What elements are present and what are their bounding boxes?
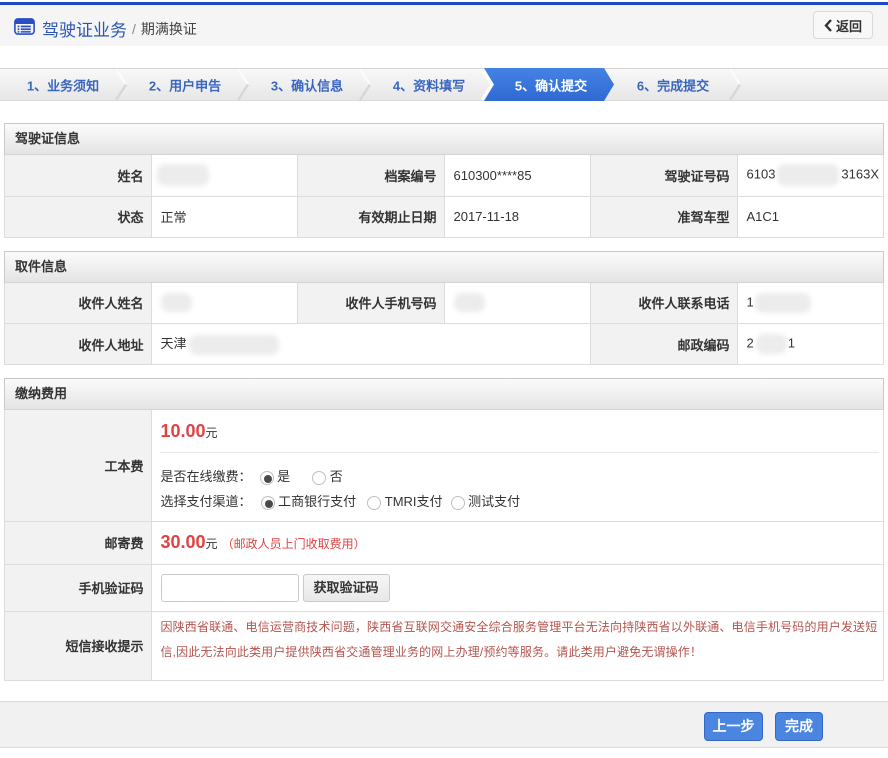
svg-text:6、完成提交: 6、完成提交 bbox=[637, 79, 709, 94]
svg-text:3、确认信息: 3、确认信息 bbox=[271, 79, 343, 94]
svg-text:4、资料填写: 4、资料填写 bbox=[393, 79, 465, 94]
svg-text:1、业务须知: 1、业务须知 bbox=[27, 79, 99, 94]
svg-text:2、用户申告: 2、用户申告 bbox=[149, 79, 221, 94]
svg-text:5、确认提交: 5、确认提交 bbox=[515, 79, 587, 94]
